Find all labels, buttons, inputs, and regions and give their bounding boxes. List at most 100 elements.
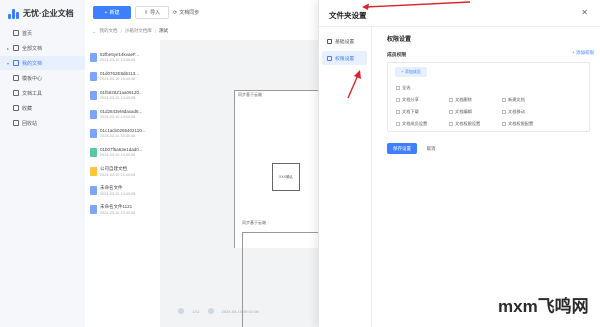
sidebar-item-label: 首页 [22, 30, 33, 37]
file-list-item[interactable]: 52fbe5ye14kvaeF... 2024-03-10 13:40:08 [87, 52, 160, 71]
info-icon [327, 38, 332, 44]
sidebar-item-favorites[interactable]: 收藏 [0, 101, 85, 115]
checkbox-icon [449, 110, 453, 114]
checkbox-icon [396, 98, 400, 102]
back-arrow-icon[interactable]: ← [92, 29, 97, 34]
settings-nav-permissions[interactable]: 权限设置 [322, 51, 367, 65]
breadcrumb-item[interactable]: 沙箱对文档库 [125, 28, 152, 34]
file-date: 2024-03-10 13:40:08 [100, 134, 136, 138]
home-icon [13, 30, 19, 36]
new-button[interactable]: + 新建 [93, 6, 131, 19]
file-list-item[interactable]: 未命名文件 2024-03-10 13:40:08 [87, 185, 160, 204]
file-name: 01d2843eMdaxad6... [100, 109, 143, 114]
permission-checkbox[interactable]: 文档权限设置 [449, 121, 480, 127]
avatar [178, 308, 184, 314]
page-label: 同步基于云端 [242, 220, 266, 225]
sync-button[interactable]: ⟳ 文档同步 [173, 6, 199, 19]
file-name: 未命名文件 [100, 185, 123, 190]
permission-label: 文档权限设置 [455, 121, 481, 126]
cancel-button[interactable]: 取消 [422, 143, 440, 154]
sidebar: 无忧·企业文档 首页 ▸ 全部文档 ▾ 我的文档 模板中心 文档工具 收藏 回收… [0, 0, 85, 327]
sidebar-nav: 首页 ▸ 全部文档 ▾ 我的文档 模板中心 文档工具 收藏 回收站 [0, 26, 85, 131]
permission-checkbox[interactable]: 新建文档 [502, 97, 525, 103]
add-permission-link[interactable]: + 添加权限 [572, 50, 594, 56]
permission-label: 文档移动 [508, 109, 525, 114]
file-date: 2024-03-10 13:40:08 [100, 192, 136, 196]
permission-checkbox[interactable]: 文档下载 [396, 109, 419, 115]
file-list-item[interactable]: 公司自建文档 2024-03-10 13:40:08 [87, 166, 160, 185]
folder-icon [90, 167, 97, 176]
breadcrumb: ← 我的文档 / 沙箱对文档库 / 测试 [92, 26, 168, 36]
upload-icon: ⇪ [143, 9, 149, 16]
import-button[interactable]: ⇪ 导入 [135, 6, 169, 19]
plus-icon: + [104, 9, 108, 16]
watermark: mxm飞鸣网 [498, 297, 589, 316]
save-button[interactable]: 保存设置 [387, 143, 417, 154]
permission-checkbox[interactable]: 文档编辑 [449, 109, 472, 115]
breadcrumb-separator: / [154, 28, 157, 34]
sidebar-item-label: 收藏 [22, 105, 33, 112]
sidebar-item-my-docs[interactable]: ▾ 我的文档 [0, 56, 85, 70]
permission-label: 全选 [402, 85, 411, 90]
permission-label: 文档成员设置 [402, 121, 428, 126]
breadcrumb-current: 测试 [159, 28, 169, 33]
sidebar-item-templates[interactable]: 模板中心 [0, 71, 85, 85]
permission-checkbox[interactable]: 全选 [396, 85, 410, 91]
permission-label: 文档分享 [402, 97, 419, 102]
breadcrumb-separator: / [120, 28, 122, 34]
sidebar-item-tools[interactable]: 文档工具 [0, 86, 85, 100]
file-list-item[interactable]: 01f5928Z1aa09120... 2024-03-10 13:40:08 [87, 90, 160, 109]
permission-label: 文档下载 [402, 109, 419, 114]
sidebar-item-home[interactable]: 首页 [0, 26, 85, 40]
toolbar: + 新建 ⇪ 导入 ⟳ 文档同步 [85, 0, 320, 26]
file-date: 2024-03-10 13:40:08 [100, 77, 136, 81]
permission-checkbox[interactable]: 文档权限配置 [502, 121, 533, 127]
file-list-item[interactable]: 未命名文件1121 2024-03-10 13:40:08 [87, 204, 160, 223]
file-list-item[interactable]: 01c1acb0265402110... 2024-03-10 13:40:08 [87, 128, 160, 147]
file-list-item[interactable]: 01b07f5a63e1dad0... 2024-03-10 13:40:08 [87, 147, 160, 166]
page-label: 同步基于云端 [238, 92, 262, 97]
folder-settings-panel: 文件夹设置 ✕ 基础设置 权限设置 权限设置 成员权限 + 添加权限 + 添加成… [318, 0, 600, 327]
file-name: 公司自建文档 [100, 166, 127, 171]
brand: 无忧·企业文档 [8, 8, 74, 19]
close-icon[interactable]: ✕ [581, 9, 588, 17]
file-list-item[interactable]: 01d0762E8d6113... 2024-03-10 13:40:08 [87, 71, 160, 90]
panel-title: 文件夹设置 [329, 11, 367, 20]
file-icon [90, 129, 97, 138]
app-title: 无忧·企业文档 [23, 9, 74, 18]
file-icon [90, 53, 97, 62]
file-name: 01d0762E8d6113... [100, 71, 139, 76]
file-date: 2024-03-10 13:40:08 [100, 58, 136, 62]
checkbox-icon [396, 122, 400, 126]
breadcrumb-item[interactable]: 我的文档 [100, 28, 118, 34]
tool-icon [13, 90, 19, 96]
sidebar-item-label: 模板中心 [22, 75, 43, 82]
section-title: 权限设置 [387, 37, 412, 43]
file-icon [90, 110, 97, 119]
permission-checkbox[interactable]: 文档移动 [502, 109, 525, 115]
template-icon [13, 75, 19, 81]
permission-checkbox[interactable]: 文档分享 [396, 97, 419, 103]
file-icon [90, 91, 97, 100]
sidebar-item-label: 全部文档 [22, 45, 43, 52]
settings-nav-basic[interactable]: 基础设置 [322, 34, 367, 48]
sidebar-item-trash[interactable]: 回收站 [0, 116, 85, 130]
file-list-item[interactable]: 01d2843eMdaxad6... 2024-03-10 13:40:08 [87, 109, 160, 128]
file-name: 未命名文件1121 [100, 204, 133, 209]
permission-checkbox[interactable]: 文档成员设置 [396, 121, 427, 127]
file-date: 2024-03-10 13:40:08 [100, 211, 136, 215]
checkbox-icon [396, 86, 400, 90]
divider [319, 26, 600, 27]
checkbox-icon [396, 110, 400, 114]
add-member-button[interactable]: + 添加成员 [395, 67, 427, 77]
file-name: 01b07f5a63e1dad0... [100, 147, 143, 152]
sidebar-item-all-docs[interactable]: ▸ 全部文档 [0, 41, 85, 55]
permission-label: 文档编辑 [455, 109, 472, 114]
permission-label: 文档删除 [455, 97, 472, 102]
checkbox-icon [502, 110, 506, 114]
file-date: 2024-03-10 13:40:08 [100, 115, 136, 119]
permission-checkbox[interactable]: 文档删除 [449, 97, 472, 103]
file-icon [90, 148, 97, 157]
checkbox-icon [449, 98, 453, 102]
sidebar-item-label: 文档工具 [22, 90, 43, 97]
